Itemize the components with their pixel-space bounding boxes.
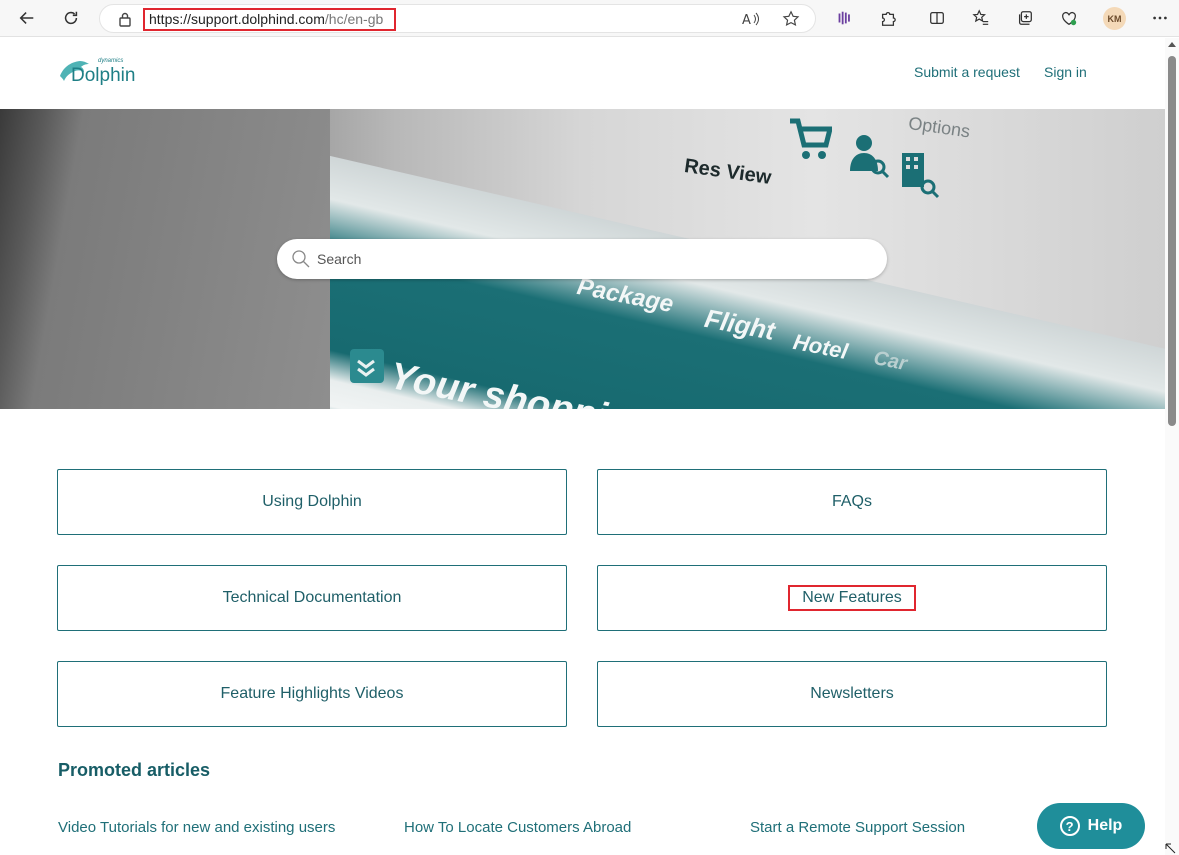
category-label: Using Dolphin: [262, 493, 362, 510]
logo-subtext: dynamics: [98, 58, 124, 64]
submit-request-link[interactable]: Submit a request: [914, 64, 1020, 80]
category-label: Newsletters: [810, 685, 894, 702]
category-using-dolphin[interactable]: Using Dolphin: [57, 469, 567, 535]
extension-purple-icon[interactable]: [829, 4, 859, 32]
help-button[interactable]: ? Help: [1037, 803, 1145, 849]
address-bar[interactable]: https://support.dolphind.com/hc/en-gb A: [99, 4, 816, 33]
search-box[interactable]: [277, 239, 887, 279]
scroll-thumb[interactable]: [1168, 56, 1176, 426]
help-label: Help: [1087, 817, 1123, 834]
svg-text:A: A: [742, 13, 751, 27]
lock-icon[interactable]: [118, 11, 132, 27]
category-label: Technical Documentation: [222, 589, 402, 606]
user-search-icon: [850, 135, 890, 179]
category-newsletters[interactable]: Newsletters: [597, 661, 1107, 727]
category-label: FAQs: [831, 493, 872, 510]
url-text[interactable]: https://support.dolphind.com/hc/en-gb: [143, 8, 396, 31]
profile-avatar[interactable]: KM: [1103, 7, 1126, 30]
more-menu-icon[interactable]: [1145, 4, 1175, 32]
promoted-article-link[interactable]: Video Tutorials for new and existing use…: [58, 819, 335, 836]
site-header: dynamics Dolphin Submit a request Sign i…: [0, 38, 1165, 109]
extensions-puzzle-icon[interactable]: [873, 4, 903, 32]
sign-in-link[interactable]: Sign in: [1044, 64, 1087, 80]
category-faqs[interactable]: FAQs: [597, 469, 1107, 535]
mouse-cursor-icon: [1165, 843, 1176, 854]
split-screen-icon[interactable]: [922, 4, 952, 32]
category-new-features[interactable]: New Features: [597, 565, 1107, 631]
category-label-highlighted: New Features: [788, 585, 916, 611]
help-question-icon: ?: [1059, 816, 1080, 836]
promoted-articles-heading: Promoted articles: [58, 760, 211, 780]
promoted-article-link[interactable]: How To Locate Customers Abroad: [404, 819, 631, 836]
collections-icon[interactable]: [1010, 4, 1040, 32]
category-feature-highlights-videos[interactable]: Feature Highlights Videos: [57, 661, 567, 727]
search-icon: [292, 250, 310, 268]
browser-toolbar: https://support.dolphind.com/hc/en-gb A …: [0, 0, 1179, 37]
url-host: https://support.dolphind.com: [149, 11, 325, 27]
logo-text: Dolphin: [71, 65, 136, 86]
category-label: Feature Highlights Videos: [220, 685, 404, 702]
back-icon[interactable]: [12, 4, 42, 32]
refresh-icon[interactable]: [56, 4, 86, 32]
shopping-cart-icon: [790, 118, 832, 159]
category-technical-documentation[interactable]: Technical Documentation: [57, 565, 567, 631]
dolphin-logo[interactable]: dynamics Dolphin: [58, 54, 138, 88]
url-path: /hc/en-gb: [324, 11, 384, 27]
hero-basket-icon: [350, 349, 384, 383]
browser-essentials-icon[interactable]: [1054, 4, 1084, 32]
hotel-search-icon: [902, 153, 940, 199]
search-input[interactable]: [317, 245, 857, 273]
read-aloud-icon[interactable]: A: [740, 9, 762, 29]
hero-res-view-text: Res View: [682, 155, 773, 189]
hero-options-text: Options: [907, 113, 972, 142]
scroll-up-arrow-icon[interactable]: [1168, 42, 1176, 47]
favorite-star-icon[interactable]: [780, 9, 802, 29]
promoted-article-link[interactable]: Start a Remote Support Session: [750, 819, 965, 836]
page-scrollbar[interactable]: [1165, 38, 1179, 855]
favorites-icon[interactable]: [966, 4, 996, 32]
